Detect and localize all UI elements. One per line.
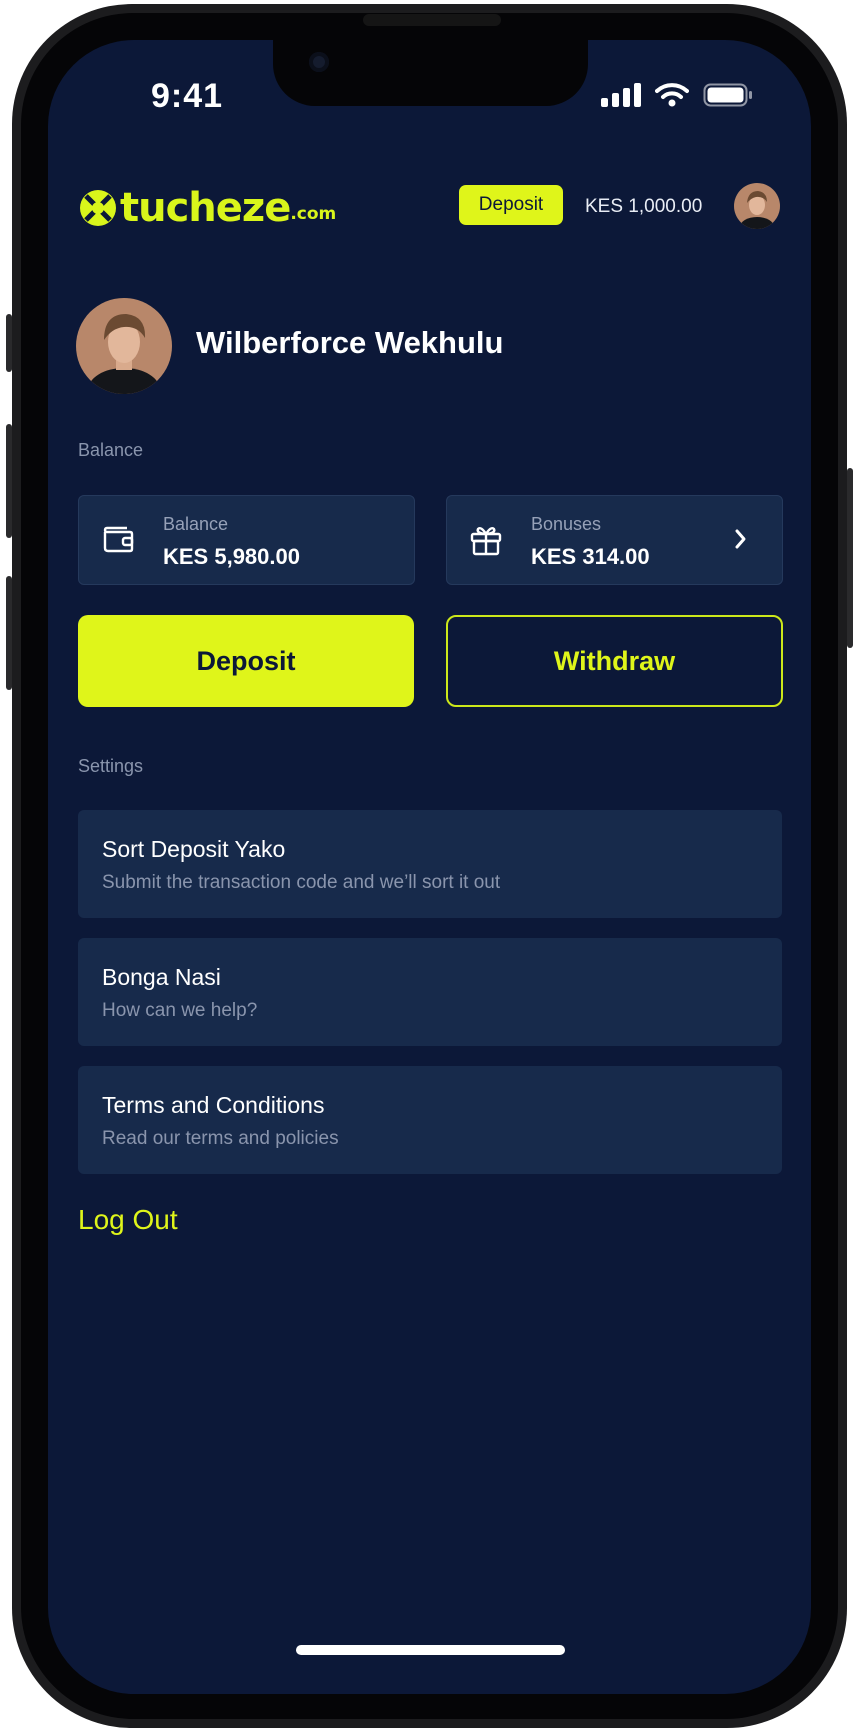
wallet-icon <box>103 526 134 553</box>
wifi-icon <box>655 83 689 107</box>
bonuses-card-label: Bonuses <box>531 514 602 534</box>
status-time: 9:41 <box>151 77 224 115</box>
settings-item-title: Bonga Nasi <box>102 964 221 990</box>
home-indicator[interactable] <box>296 1645 565 1655</box>
brand-logo[interactable]: tucheze .com <box>78 185 336 231</box>
volume-down-button <box>6 576 12 690</box>
volume-up-button <box>6 424 12 538</box>
balance-card-value: KES 5,980.00 <box>163 544 300 569</box>
power-button <box>847 468 853 648</box>
bonuses-card-value: KES 314.00 <box>531 544 650 569</box>
settings-item-title: Sort Deposit Yako <box>102 836 286 862</box>
avatar[interactable] <box>734 183 780 229</box>
brand-name: tucheze <box>120 185 291 231</box>
settings-section-label: Settings <box>78 756 144 776</box>
balance-card-label: Balance <box>163 514 229 534</box>
settings-item-subtitle: Read our terms and policies <box>102 1128 339 1149</box>
deposit-button[interactable]: Deposit <box>78 615 414 707</box>
settings-item-subtitle: How can we help? <box>102 1000 258 1021</box>
balance-card[interactable]: Balance KES 5,980.00 <box>78 495 415 585</box>
mute-switch <box>6 314 12 372</box>
status-icons <box>601 82 753 107</box>
balance-section-label: Balance <box>78 440 144 460</box>
settings-item-terms[interactable]: Terms and Conditions Read our terms and … <box>78 1066 782 1174</box>
app-screen: 9:41 tucheze .com Deposit KES 1,000.00 W… <box>48 40 811 1694</box>
notch <box>273 40 588 106</box>
settings-item-bonga-nasi[interactable]: Bonga Nasi How can we help? <box>78 938 782 1046</box>
battery-icon <box>703 83 752 106</box>
profile-avatar <box>76 298 172 394</box>
header-balance: KES 1,000.00 <box>585 196 703 217</box>
front-camera <box>309 52 329 72</box>
withdraw-button[interactable]: Withdraw <box>446 615 783 707</box>
settings-item-sort-deposit[interactable]: Sort Deposit Yako Submit the transaction… <box>78 810 782 918</box>
gift-icon <box>470 526 502 556</box>
brand-suffix: .com <box>290 204 337 224</box>
settings-item-title: Terms and Conditions <box>102 1092 325 1118</box>
profile-name: Wilberforce Wekhulu <box>196 325 504 360</box>
bonuses-card[interactable]: Bonuses KES 314.00 <box>446 495 783 585</box>
settings-item-subtitle: Submit the transaction code and we’ll so… <box>102 872 501 893</box>
chevron-right-icon <box>735 529 746 549</box>
tucheze-logo-icon <box>80 190 116 226</box>
cellular-signal-icon <box>601 82 641 107</box>
speaker-grille <box>363 14 501 26</box>
logout-link[interactable]: Log Out <box>78 1204 178 1236</box>
header-deposit-button[interactable]: Deposit <box>459 185 563 225</box>
